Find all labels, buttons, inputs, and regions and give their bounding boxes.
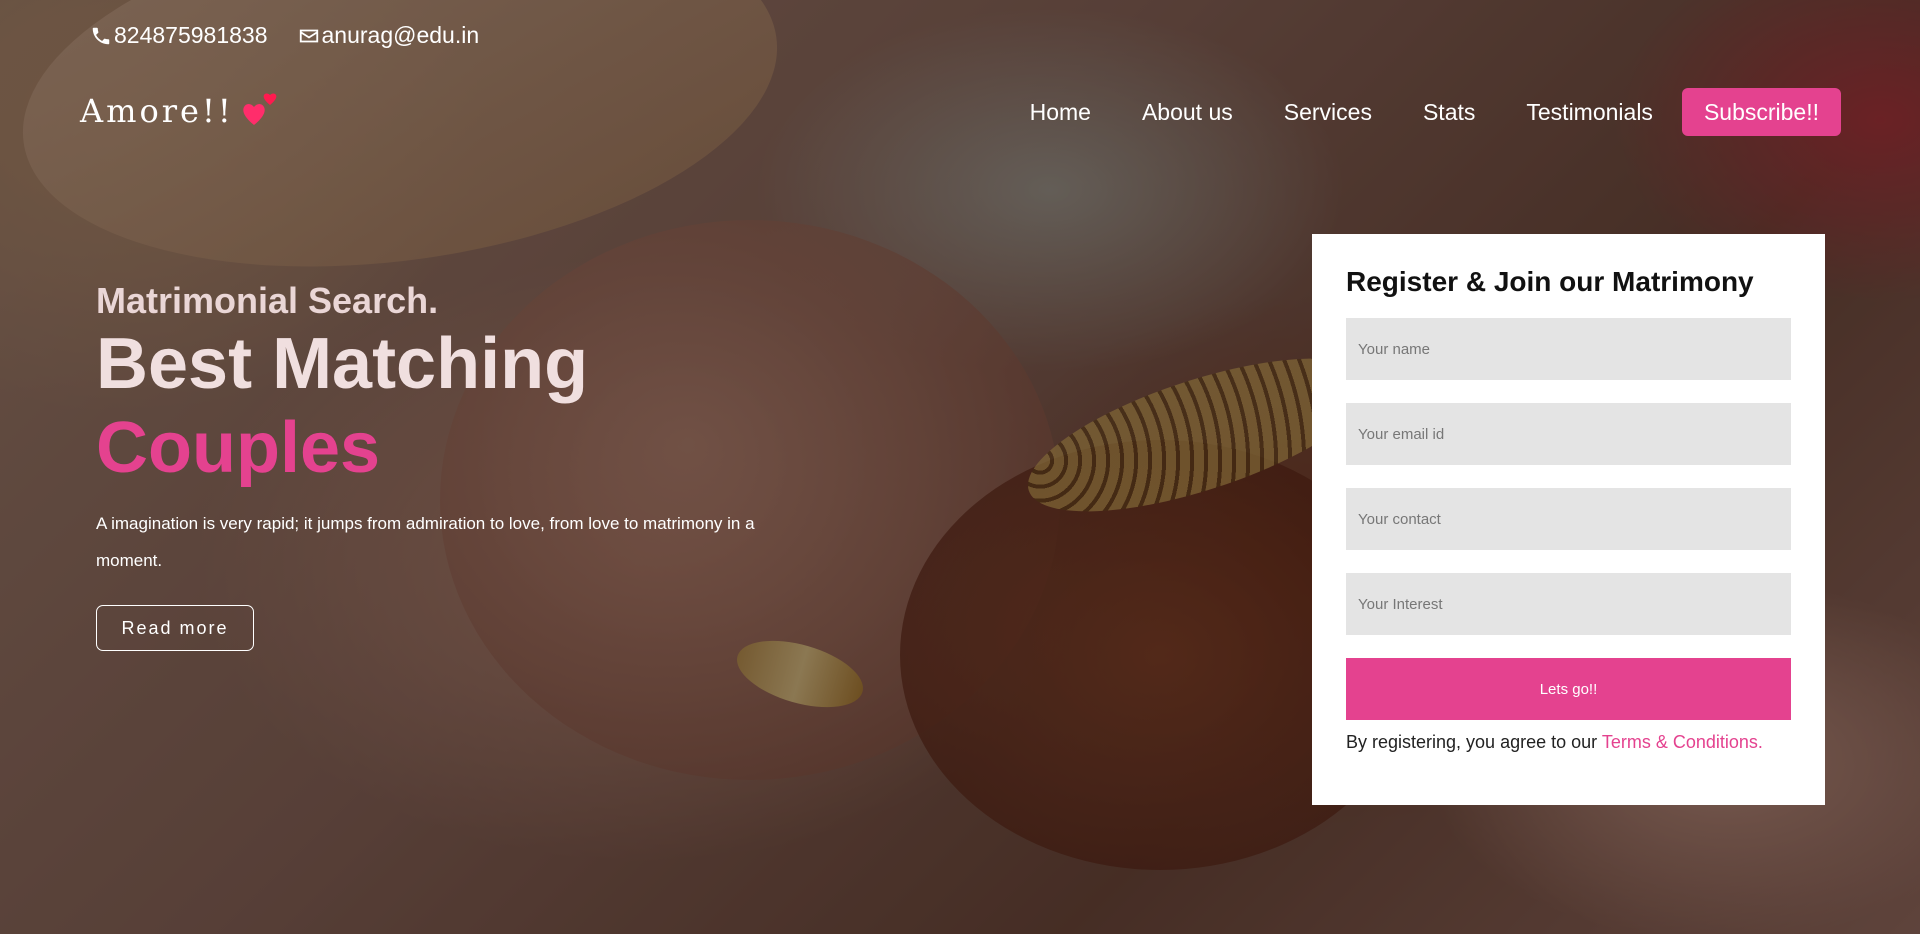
- contact-bar: 824875981838 anurag@edu.in: [90, 22, 479, 49]
- email-address: anurag@edu.in: [321, 22, 480, 48]
- double-heart-icon: [242, 93, 277, 125]
- contact-input[interactable]: [1346, 488, 1791, 550]
- phone-number: 824875981838: [114, 22, 268, 48]
- terms-prefix: By registering, you agree to our: [1346, 732, 1598, 752]
- hero-subtitle: Matrimonial Search.: [96, 280, 439, 321]
- name-input[interactable]: [1346, 318, 1791, 380]
- terms-notice: By registering, you agree to our Terms &…: [1346, 732, 1791, 753]
- registration-title: Register & Join our Matrimony: [1346, 266, 1754, 297]
- terms-link[interactable]: Terms & Conditions.: [1602, 732, 1763, 752]
- hero-headline: Best Matching: [96, 324, 589, 404]
- nav-home[interactable]: Home: [1030, 88, 1091, 136]
- email-input[interactable]: [1346, 403, 1791, 465]
- submit-button[interactable]: Lets go!!: [1346, 658, 1791, 720]
- main-nav: Home About us Services Stats Testimonial…: [979, 88, 1841, 136]
- brand-name: Amore!!: [80, 92, 234, 130]
- interest-input[interactable]: [1346, 573, 1791, 635]
- nav-stats[interactable]: Stats: [1423, 88, 1475, 136]
- subscribe-button[interactable]: Subscribe!!: [1681, 88, 1841, 136]
- read-more-button[interactable]: Read more: [96, 605, 254, 651]
- phone-icon: [92, 27, 110, 44]
- hero-description: A imagination is very rapid; it jumps fr…: [96, 514, 755, 570]
- nav-testimonials[interactable]: Testimonials: [1526, 88, 1653, 136]
- nav-about-us[interactable]: About us: [1142, 88, 1233, 136]
- hero-headline-accent: Couples: [96, 408, 381, 488]
- email-contact[interactable]: anurag@edu.in: [298, 22, 480, 49]
- phone-contact[interactable]: 824875981838: [90, 22, 268, 49]
- envelope-icon: [299, 29, 318, 42]
- nav-services[interactable]: Services: [1284, 88, 1372, 136]
- registration-card: Register & Join our Matrimony Lets go!! …: [1312, 234, 1825, 805]
- brand-logo[interactable]: Amore!!: [80, 92, 282, 130]
